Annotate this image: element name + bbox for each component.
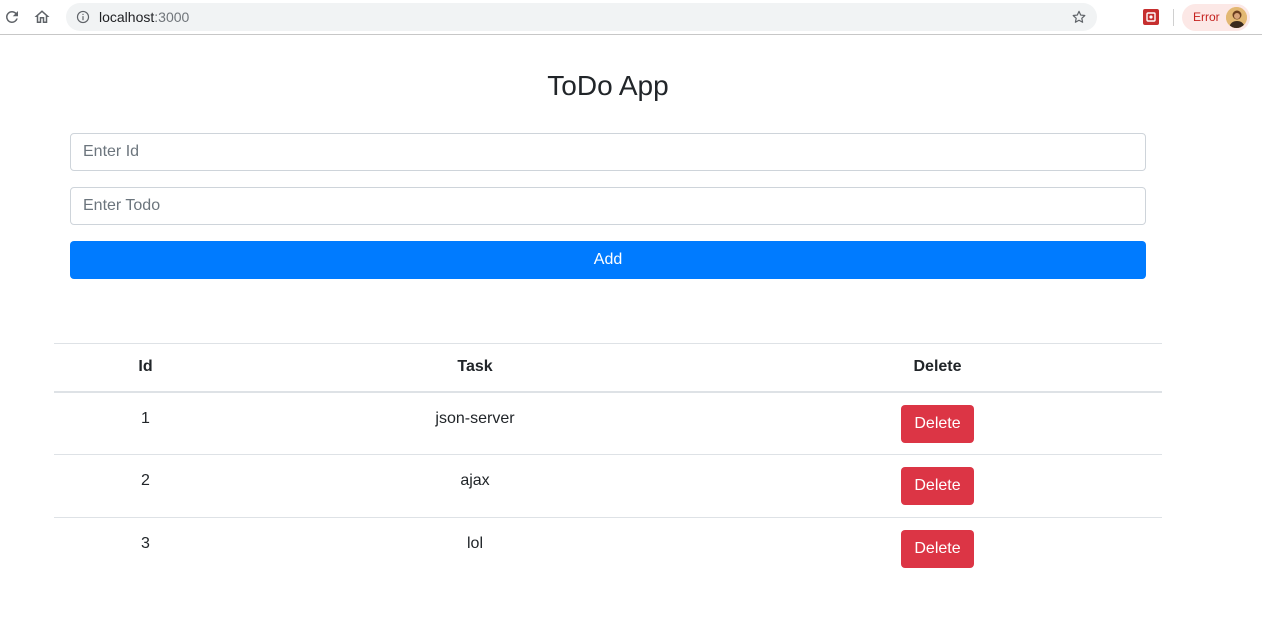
row-id: 2	[141, 472, 150, 489]
row-id-cell: 1	[54, 391, 237, 455]
table-row: 3 lol Delete	[54, 517, 1162, 581]
url-text[interactable]: localhost:3000	[99, 9, 189, 25]
url-host: localhost	[99, 9, 155, 25]
delete-button[interactable]: Delete	[901, 530, 974, 568]
home-icon[interactable]	[31, 6, 53, 28]
row-task: ajax	[460, 472, 490, 489]
column-header-delete: Delete	[713, 343, 1162, 393]
column-header-task: Task	[237, 343, 713, 393]
page-title: ToDo App	[547, 70, 669, 101]
row-task: lol	[466, 535, 483, 552]
id-input[interactable]	[70, 133, 1146, 171]
delete-button[interactable]: Delete	[901, 467, 974, 505]
row-delete-cell: Delete	[713, 517, 1162, 581]
column-header-id: Id	[54, 343, 237, 393]
row-id: 3	[141, 535, 150, 552]
row-task: json-server	[435, 409, 515, 427]
row-id-cell: 2	[54, 454, 237, 518]
table-header-row: Id Task Delete	[54, 343, 1162, 393]
extension-icon[interactable]	[1143, 9, 1159, 25]
table-row: 1 json-server Delete	[54, 391, 1162, 455]
row-task-cell: json-server	[237, 391, 713, 455]
row-delete-cell: Delete	[713, 454, 1162, 518]
row-delete-cell: Delete	[713, 391, 1162, 455]
delete-button[interactable]: Delete	[901, 404, 974, 443]
row-task-cell: ajax	[237, 454, 713, 518]
row-id-cell: 3	[54, 517, 237, 581]
todo-input[interactable]	[70, 187, 1146, 225]
url-port: :3000	[154, 9, 190, 25]
toolbar-divider	[1173, 9, 1174, 26]
avatar	[1226, 7, 1247, 28]
star-icon[interactable]	[1071, 9, 1087, 25]
todo-table: Id Task Delete 1 json-server Delete 2 aj…	[54, 343, 1162, 581]
profile-chip-label: Error	[1193, 10, 1220, 24]
table-row: 2 ajax Delete	[54, 454, 1162, 518]
row-id: 1	[141, 409, 150, 427]
reload-icon[interactable]	[1, 6, 23, 28]
info-icon[interactable]	[76, 10, 90, 24]
address-bar[interactable]: localhost:3000	[66, 3, 1097, 31]
browser-toolbar: localhost:3000 Error	[0, 0, 1262, 35]
row-task-cell: lol	[237, 517, 713, 581]
profile-error-chip[interactable]: Error	[1182, 4, 1250, 31]
add-button[interactable]: Add	[70, 241, 1146, 279]
